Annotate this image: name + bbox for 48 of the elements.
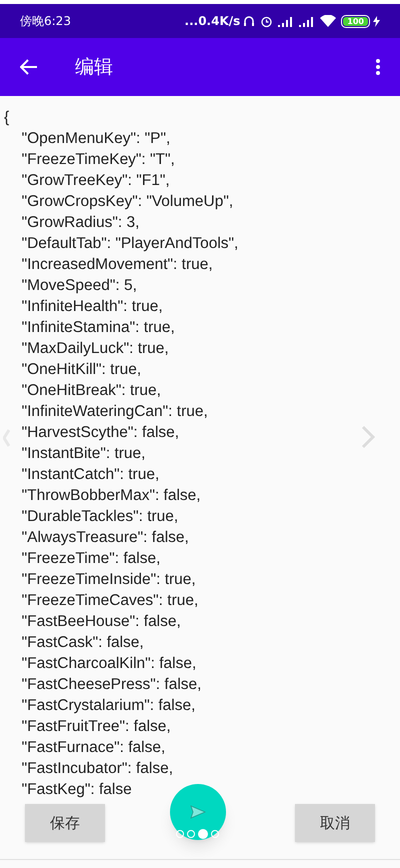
status-time: 傍晚6:23 (20, 13, 71, 30)
text-line: "InstantBite": true, (20, 444, 146, 464)
text-line: "DefaultTab": "PlayerAndTools", (20, 234, 238, 254)
battery-icon: 100 (341, 14, 370, 28)
text-line: "FreezeTime": false, (20, 549, 160, 569)
text-line: "HarvestScythe": false, (20, 423, 180, 443)
text-line: "InstantCatch": true, (20, 465, 160, 485)
text-line: "OneHitKill": true, (20, 360, 142, 380)
text-line: "GrowTreeKey": "F1", (20, 171, 170, 191)
text-line: "FreezeTimeInside": true, (20, 570, 196, 590)
text-line: "InfiniteWateringCan": true, (20, 402, 208, 422)
signal-icon (299, 16, 316, 26)
text-line: "InfiniteStamina": true, (20, 318, 175, 338)
text-line: "FastBeeHouse": false, (20, 612, 181, 632)
headset-icon (243, 15, 256, 27)
text-line: "MoveSpeed": 5, (20, 276, 137, 296)
cancel-button[interactable]: 取消 (295, 804, 375, 842)
text-line: "FastCask": false, (20, 633, 144, 653)
text-line: "DurableTackles": true, (20, 507, 178, 527)
save-button[interactable]: 保存 (25, 804, 105, 842)
text-line: "OpenMenuKey": "P", (20, 129, 170, 149)
text-line: "FastFruitTree": false, (20, 717, 171, 737)
text-line: "FastIncubator": false, (20, 759, 174, 779)
text-line: "FastCheesePress": false, (20, 675, 202, 695)
signal-icon (278, 16, 294, 26)
back-arrow-icon[interactable] (20, 59, 38, 75)
text-line: "FastCharcoalKiln": false, (20, 654, 196, 674)
text-line: "FastCrystalarium": false, (20, 696, 196, 716)
text-line: "FastKeg": false (20, 780, 132, 800)
app-bar-title: 编辑 (75, 54, 113, 80)
text-line: "ThrowBobberMax": false, (20, 486, 201, 506)
text-line: "AlwaysTreasure": false, (20, 528, 189, 548)
send-icon (190, 805, 206, 819)
alarm-icon (260, 14, 274, 28)
network-speed: ...0.4K/s (184, 13, 240, 30)
more-menu-icon[interactable] (376, 59, 380, 75)
charging-icon (373, 16, 380, 26)
text-line: { (4, 108, 10, 128)
text-line: "InfiniteHealth": true, (20, 297, 163, 317)
wifi-icon (320, 15, 336, 27)
text-line: "GrowCropsKey": "VolumeUp", (20, 192, 234, 212)
text-line: "GrowRadius": 3, (20, 213, 140, 233)
text-line: "FastFurnace": false, (20, 738, 166, 758)
text-line: "OneHitBreak": true, (20, 381, 161, 401)
text-line: "IncreasedMovement": true, (20, 255, 213, 275)
text-line: "MaxDailyLuck": true, (20, 339, 169, 359)
text-line: "FreezeTimeKey": "T", (20, 150, 175, 170)
text-line: "FreezeTimeCaves": true, (20, 591, 198, 611)
